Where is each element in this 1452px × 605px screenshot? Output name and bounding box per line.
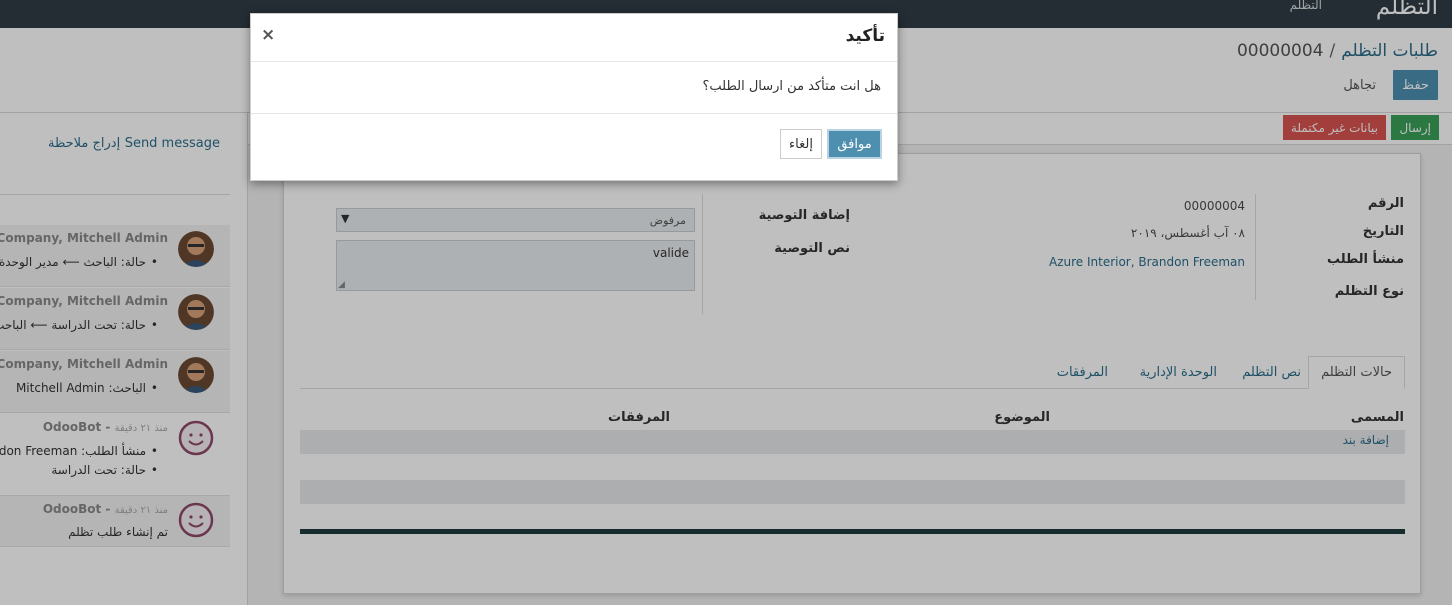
confirm-dialog: تأكيد × هل انت متأكد من ارسال الطلب؟ موا… <box>250 13 898 181</box>
ok-button[interactable]: موافق <box>827 129 882 159</box>
cancel-button[interactable]: إلغاء <box>780 129 822 159</box>
close-icon[interactable]: × <box>261 25 275 45</box>
dialog-message: هل انت متأكد من ارسال الطلب؟ <box>702 79 881 94</box>
dialog-divider <box>251 61 897 62</box>
dialog-title: تأكيد <box>845 26 885 46</box>
dialog-divider <box>251 113 897 114</box>
